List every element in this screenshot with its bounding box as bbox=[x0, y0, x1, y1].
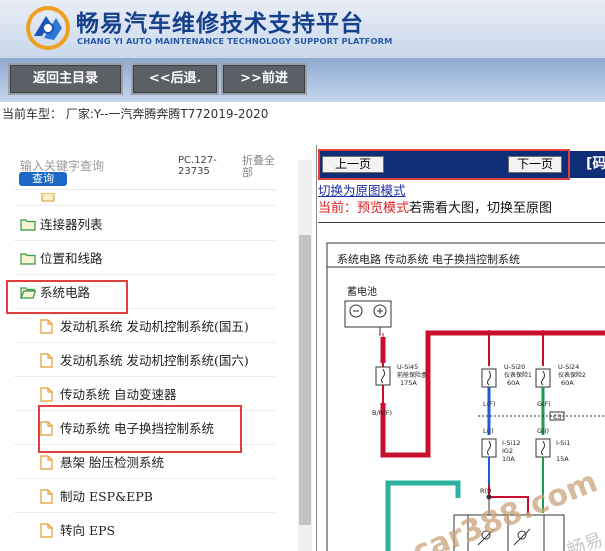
tree-item-label: 位置和线路 bbox=[40, 251, 103, 266]
tree-separator bbox=[14, 342, 276, 343]
document-icon bbox=[40, 353, 53, 368]
folder-icon bbox=[20, 253, 36, 265]
folder-icon bbox=[41, 193, 55, 202]
current-mode-label: 当前：预览模式 bbox=[318, 201, 410, 216]
collapse-all-link[interactable]: 折叠全部 bbox=[242, 155, 282, 179]
current-mode-text: 当前：预览模式若需看大图，切换至原图 bbox=[318, 197, 552, 216]
label-fuse1-amp: 175A bbox=[400, 379, 417, 387]
forward-button[interactable]: >>前进 bbox=[221, 63, 307, 95]
current-model-text: 当前车型： 厂家:Y--一汽奔腾奔腾T772019-2020 bbox=[0, 103, 605, 125]
label-wire6: R(I) bbox=[480, 487, 492, 495]
header: 畅易汽车维修技术支持平台 CHANG YI AUTO MAINTENANCE T… bbox=[0, 0, 605, 58]
highlight-box-nav bbox=[318, 149, 570, 180]
label-battery: 蓄电池 bbox=[347, 285, 377, 298]
label-wire5: G(I) bbox=[537, 427, 549, 435]
app-title: 畅易汽车维修技术支持平台 bbox=[76, 11, 364, 37]
label-fuse1-name: U-Si45 bbox=[397, 363, 418, 371]
label-fuse5-amp: 15A bbox=[556, 455, 569, 463]
document-icon bbox=[40, 387, 53, 402]
tree-item-label: 悬架 胎压检测系统 bbox=[60, 455, 164, 470]
label-fuse1-desc: 前舱保险盒 bbox=[397, 371, 427, 379]
label-wire3: G(F) bbox=[537, 400, 551, 408]
circuit-diagram-svg: 蓄电池 U-Si45 前舱保险盒 175A U-Si20 仪表保险1 60A U… bbox=[326, 242, 605, 551]
tree-item-label: 制动 ESP&EPB bbox=[60, 489, 153, 504]
label-fuse2-amp: 60A bbox=[507, 379, 520, 387]
label-fuse5-name: I-Si1 bbox=[556, 439, 570, 447]
tree-separator bbox=[14, 274, 276, 275]
label-fuse2-desc: 仪表保险1 bbox=[504, 371, 532, 379]
folder-icon bbox=[20, 219, 36, 231]
nav-cut-text: [码 bbox=[586, 156, 605, 172]
pc-code: PC.127-23735 bbox=[178, 155, 217, 177]
label-wire4: L(I) bbox=[483, 427, 494, 435]
label-fuse2-name: U-Si20 bbox=[504, 363, 525, 371]
label-fuse4-amp: 10A bbox=[502, 455, 515, 463]
app-root: 畅易汽车维修技术支持平台 CHANG YI AUTO MAINTENANCE T… bbox=[0, 0, 605, 551]
search-button[interactable]: 查询 bbox=[19, 172, 67, 186]
app-subtitle: CHANG YI AUTO MAINTENANCE TECHNOLOGY SUP… bbox=[77, 36, 393, 46]
tree-item-label: 转向 EPS bbox=[60, 523, 116, 538]
document-icon bbox=[40, 319, 53, 334]
document-icon bbox=[40, 489, 53, 504]
tree-separator bbox=[14, 512, 276, 513]
toolbar: 返回主目录 <<后退. >>前进 bbox=[0, 58, 605, 102]
label-fuse3-amp: 60A bbox=[561, 379, 574, 387]
label-fuse4-desc: IG2 bbox=[502, 447, 513, 455]
current-mode-hint: 若需看大图，切换至原图 bbox=[409, 201, 553, 216]
highlight-box-system-circuit bbox=[6, 280, 128, 314]
circuit-diagram[interactable]: 蓄电池 U-Si45 前舱保险盒 175A U-Si20 仪表保险1 60A U… bbox=[318, 222, 605, 551]
highlight-box-shift-system bbox=[38, 405, 242, 453]
document-icon bbox=[40, 455, 53, 470]
tree-item-label: 发动机系统 发动机控制系统(国六) bbox=[60, 353, 249, 368]
label-c3: C3 bbox=[553, 413, 562, 421]
tree-item-label: 连接器列表 bbox=[40, 217, 103, 232]
watermark-2: 畅易 bbox=[565, 529, 605, 551]
label-fuse3-desc: 仪表保险2 bbox=[558, 371, 586, 379]
tree-separator bbox=[14, 240, 276, 241]
label-fuse4-name: I-Si12 bbox=[502, 439, 520, 447]
tree-item-label: 发动机系统 发动机控制系统(国五) bbox=[60, 319, 249, 334]
back-button[interactable]: <<后退. bbox=[131, 63, 219, 95]
wire-red-main bbox=[380, 330, 605, 458]
diagram-title: 系统电路 传动系统 电子换挡控制系统 bbox=[337, 253, 520, 266]
tree-separator bbox=[14, 478, 276, 479]
label-wire1: B/R(F) bbox=[372, 409, 392, 417]
logo-icon bbox=[26, 6, 70, 50]
document-icon bbox=[40, 523, 53, 538]
home-button[interactable]: 返回主目录 bbox=[8, 63, 123, 95]
label-fuse3-name: U-Si24 bbox=[558, 363, 579, 371]
tree-scrollbar-thumb[interactable] bbox=[299, 235, 311, 525]
tree-separator bbox=[14, 205, 276, 206]
label-wire2: L(F) bbox=[483, 400, 495, 408]
tree-separator bbox=[14, 376, 276, 377]
